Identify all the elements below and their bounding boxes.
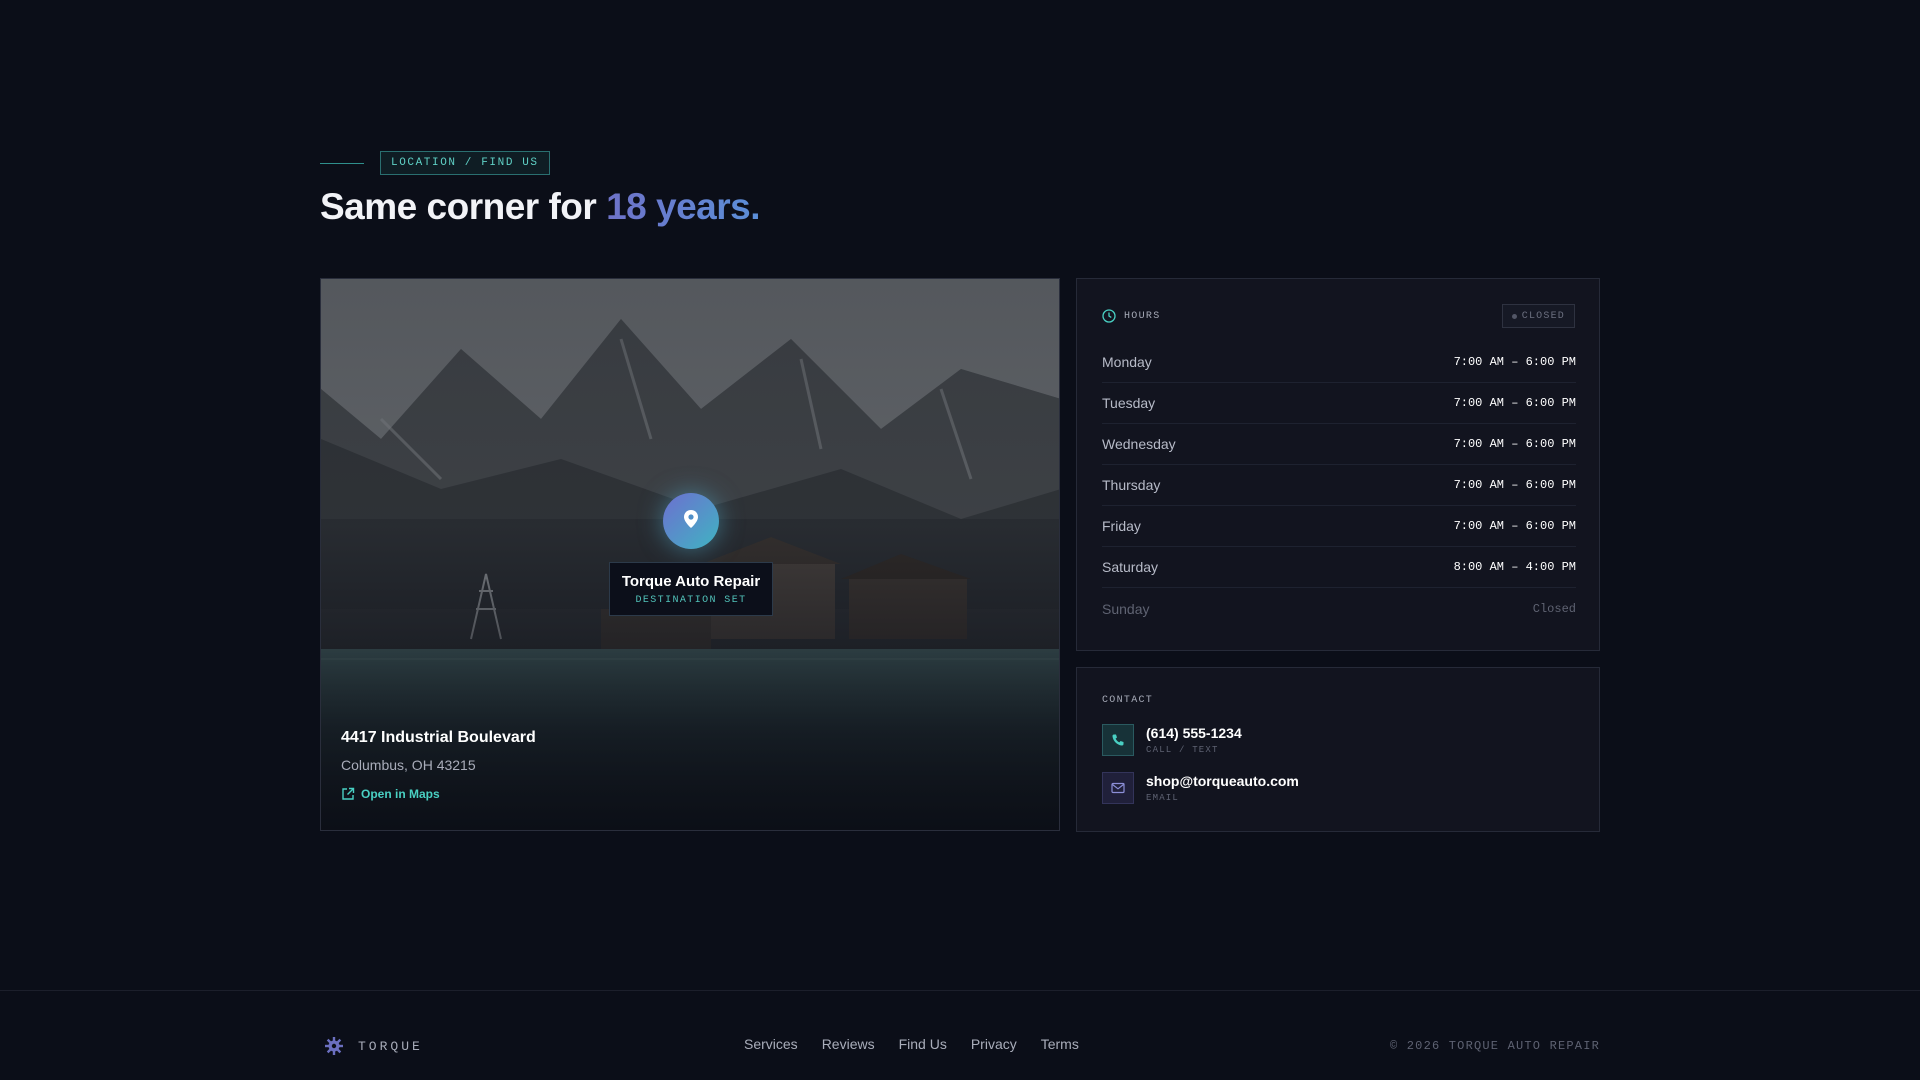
- contact-email[interactable]: shop@torqueauto.com EMAIL: [1102, 772, 1299, 804]
- address-city: Columbus, OH 43215: [341, 757, 476, 773]
- hours-card: HOURS CLOSED Monday 7:00 AM – 6:00 PM Tu…: [1076, 278, 1600, 651]
- hours-row: Tuesday 7:00 AM – 6:00 PM: [1102, 383, 1576, 424]
- gear-logo-icon: [324, 1036, 344, 1056]
- hours-row: Saturday 8:00 AM – 4:00 PM: [1102, 547, 1576, 588]
- phone-caption: CALL / TEXT: [1146, 745, 1219, 755]
- hours-row: Friday 7:00 AM – 6:00 PM: [1102, 506, 1576, 547]
- phone-icon: [1102, 724, 1134, 756]
- open-in-maps-label: Open in Maps: [361, 787, 440, 801]
- open-in-maps-link[interactable]: Open in Maps: [341, 787, 536, 801]
- hours-list: Monday 7:00 AM – 6:00 PM Tuesday 7:00 AM…: [1102, 342, 1576, 629]
- hours-time: Closed: [1532, 601, 1576, 616]
- footer-link-services[interactable]: Services: [744, 1036, 798, 1052]
- hours-time: 8:00 AM – 4:00 PM: [1453, 560, 1576, 574]
- hours-day: Sunday: [1102, 600, 1150, 617]
- phone-number[interactable]: (614) 555-1234: [1146, 725, 1242, 741]
- map-pin-icon: [682, 509, 700, 534]
- pin-tooltip: Torque Auto Repair DESTINATION SET: [609, 562, 773, 616]
- footer-link-privacy[interactable]: Privacy: [971, 1036, 1017, 1052]
- hours-day: Monday: [1102, 354, 1152, 370]
- status-label: CLOSED: [1521, 310, 1565, 322]
- page-title: Same corner for 18 years.: [320, 186, 760, 228]
- email-address[interactable]: shop@torqueauto.com: [1146, 773, 1299, 789]
- hours-time: 7:00 AM – 6:00 PM: [1453, 519, 1576, 533]
- headline-prefix: Same corner for: [320, 186, 607, 227]
- hours-row: Monday 7:00 AM – 6:00 PM: [1102, 342, 1576, 383]
- headline-accent: 18 years.: [606, 186, 760, 227]
- copyright-text: © 2026 TORQUE AUTO REPAIR: [1389, 1039, 1600, 1053]
- address-street: 4417 Industrial Boulevard: [341, 729, 536, 746]
- status-badge: CLOSED: [1501, 304, 1575, 328]
- hours-row: Wednesday 7:00 AM – 6:00 PM: [1102, 424, 1576, 465]
- hours-header: HOURS: [1102, 309, 1161, 323]
- hours-day: Friday: [1102, 518, 1141, 534]
- pin-status: DESTINATION SET: [635, 594, 747, 606]
- footer-nav: Services Reviews Find Us Privacy Terms: [744, 1036, 1103, 1052]
- hours-time: 7:00 AM – 6:00 PM: [1453, 437, 1576, 451]
- footer-brand-name: TORQUE: [358, 1038, 423, 1054]
- status-dot: [1511, 313, 1517, 319]
- hours-time: 7:00 AM – 6:00 PM: [1453, 355, 1576, 369]
- contact-title: CONTACT: [1102, 695, 1154, 706]
- email-caption: EMAIL: [1146, 793, 1180, 803]
- hours-day: Saturday: [1102, 559, 1159, 575]
- footer-brand[interactable]: TORQUE: [324, 1036, 423, 1056]
- contact-card: CONTACT (614) 555-1234 CALL / TEXT shop@…: [1076, 667, 1600, 832]
- hours-time: 7:00 AM – 6:00 PM: [1453, 396, 1576, 410]
- hours-day: Wednesday: [1102, 436, 1176, 452]
- address-block: 4417 Industrial Boulevard Columbus, OH 4…: [341, 729, 536, 801]
- pin-business-name: Torque Auto Repair: [621, 572, 761, 590]
- hours-time: 7:00 AM – 6:00 PM: [1453, 478, 1576, 492]
- site-footer: TORQUE Services Reviews Find Us Privacy …: [0, 990, 1920, 1080]
- clock-icon: [1102, 309, 1116, 323]
- footer-link-reviews[interactable]: Reviews: [822, 1036, 875, 1052]
- mail-icon: [1102, 772, 1134, 804]
- map-card[interactable]: Torque Auto Repair DESTINATION SET 4417 …: [320, 278, 1060, 831]
- contact-phone[interactable]: (614) 555-1234 CALL / TEXT: [1102, 724, 1242, 756]
- section-eyebrow: LOCATION / FIND US: [320, 151, 550, 175]
- footer-link-find-us[interactable]: Find Us: [899, 1036, 947, 1052]
- hours-row: Thursday 7:00 AM – 6:00 PM: [1102, 465, 1576, 506]
- hours-row: Sunday Closed: [1102, 588, 1576, 629]
- location-pin[interactable]: [663, 493, 719, 549]
- hours-day: Tuesday: [1102, 395, 1156, 411]
- external-link-icon: [341, 787, 355, 801]
- hours-day: Thursday: [1102, 477, 1161, 493]
- eyebrow-divider: [320, 162, 364, 164]
- eyebrow-tag: LOCATION / FIND US: [380, 151, 550, 175]
- hours-title: HOURS: [1124, 310, 1161, 322]
- footer-link-terms[interactable]: Terms: [1041, 1036, 1079, 1052]
